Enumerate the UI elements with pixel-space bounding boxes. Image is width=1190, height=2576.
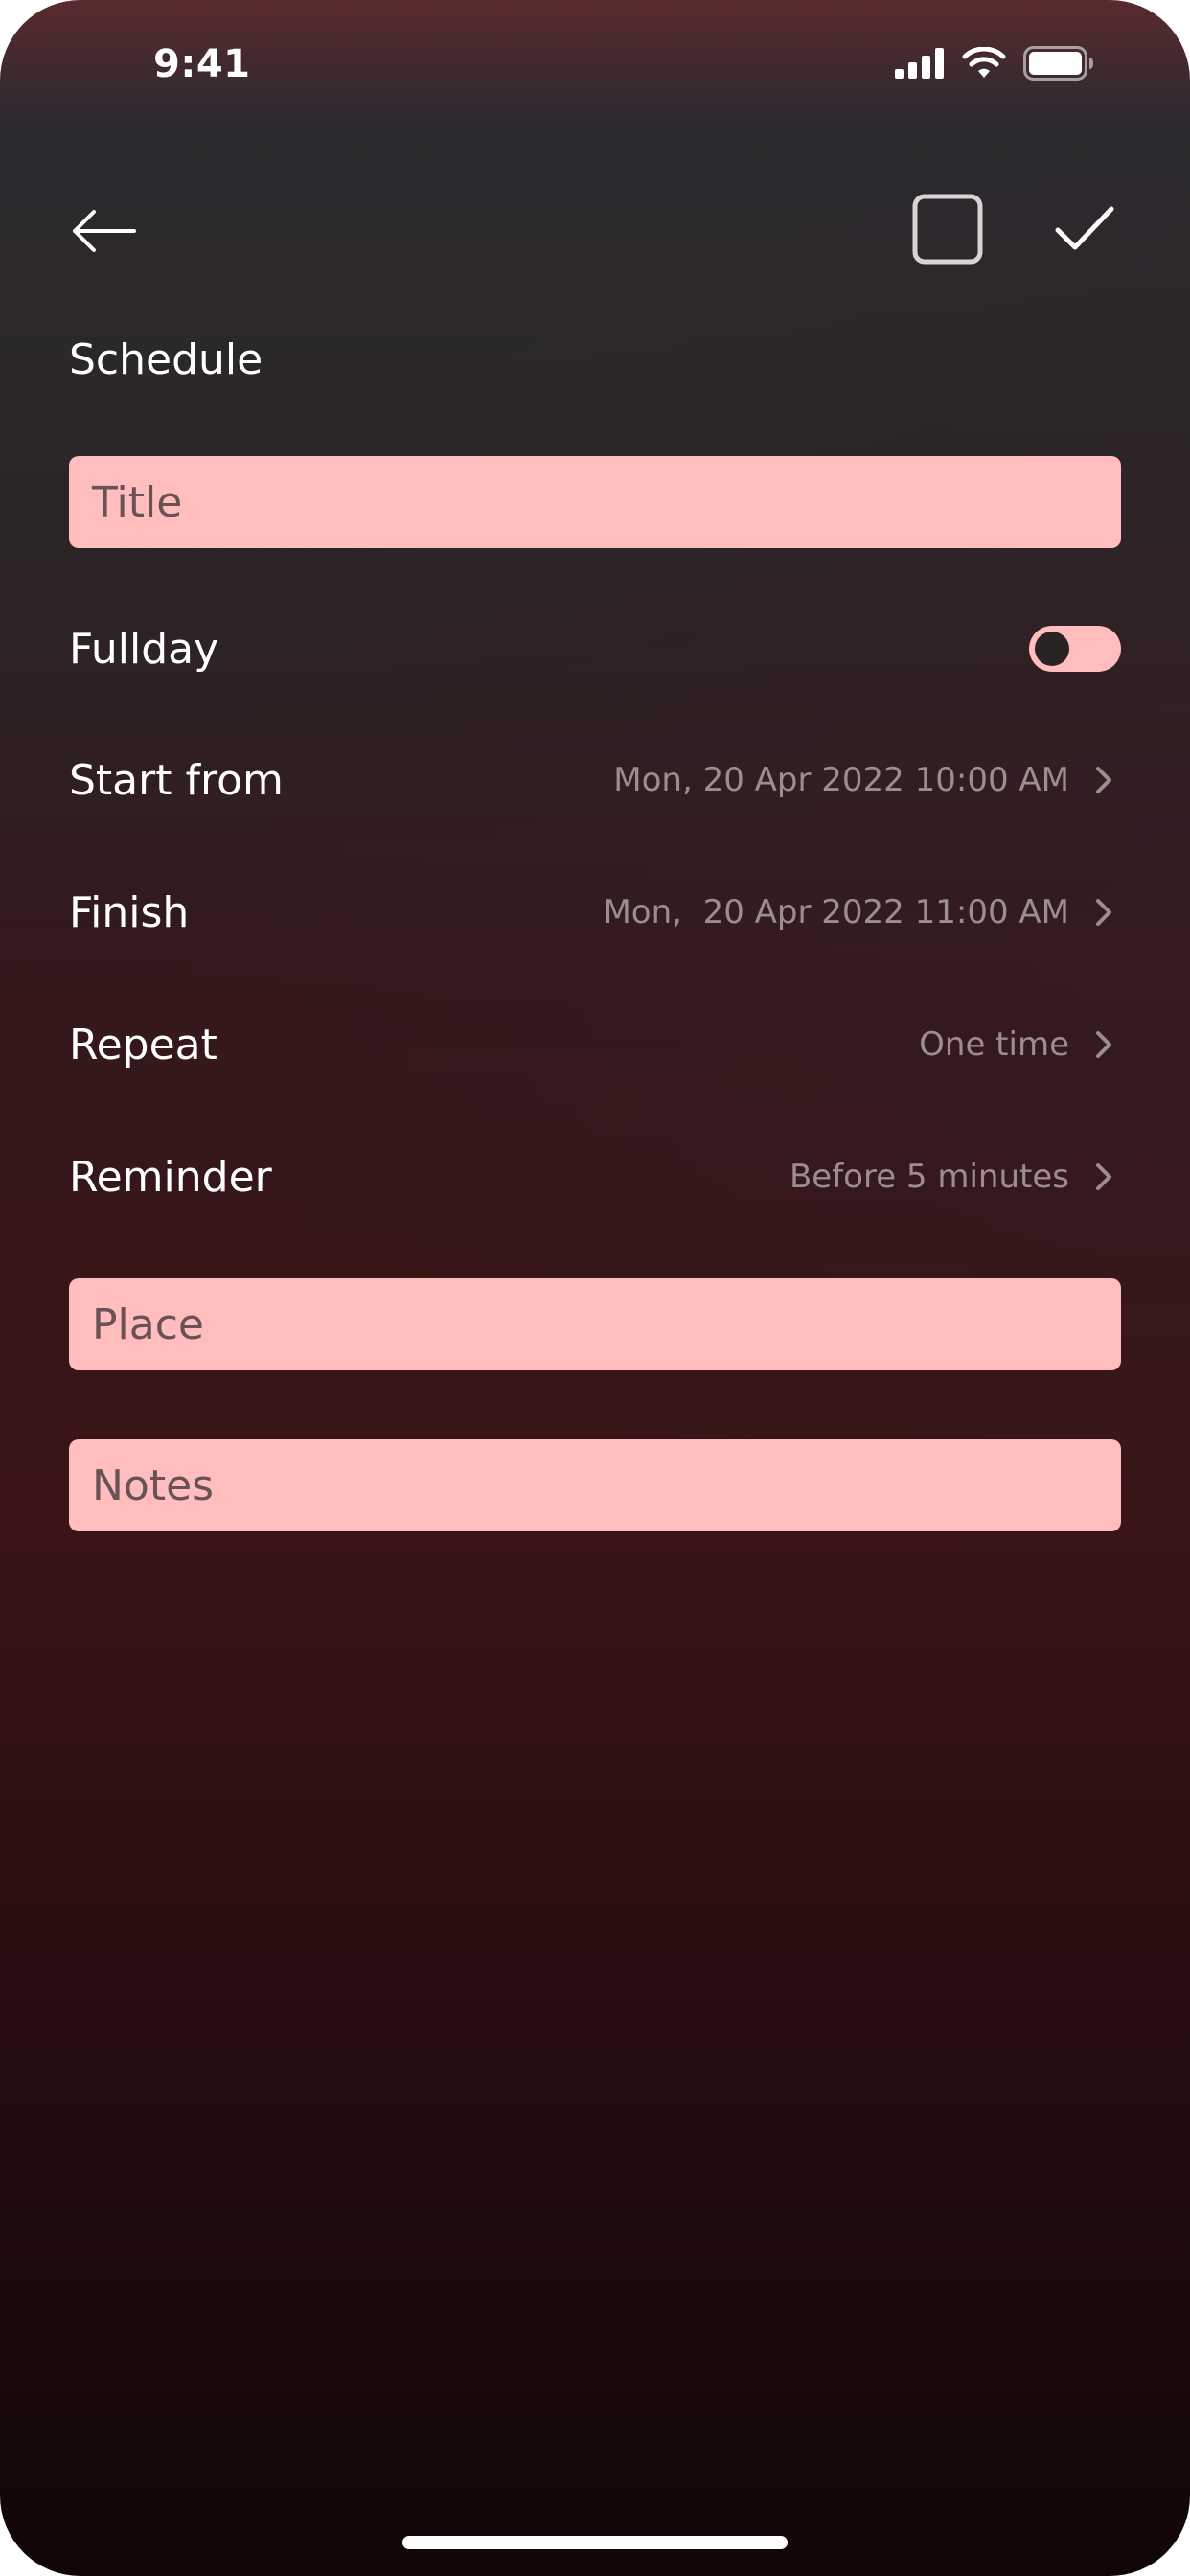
battery-icon [1023, 46, 1093, 80]
start-from-value: Mon, 20 Apr 2022 10:00 AM [613, 761, 1069, 799]
page-title: Schedule [69, 335, 263, 384]
repeat-label: Repeat [69, 1020, 217, 1070]
square-outline-icon [912, 194, 983, 264]
start-from-row[interactable]: Start from Mon, 20 Apr 2022 10:00 AM [69, 742, 1121, 818]
finish-value-group: Mon, 20 Apr 2022 11:00 AM [603, 893, 1121, 932]
start-from-label: Start from [69, 755, 284, 805]
fullday-label: Fullday [69, 624, 219, 674]
status-time: 9:41 [153, 42, 251, 86]
status-icons [895, 46, 1094, 80]
reminder-value-group: Before 5 minutes [790, 1158, 1121, 1196]
reminder-value: Before 5 minutes [789, 1158, 1069, 1196]
toggle-knob [1035, 632, 1069, 666]
phone-screen: 9:41 Schedule Title Fullday Start from M… [0, 0, 1190, 2576]
chevron-right-icon [1087, 1027, 1121, 1062]
title-input[interactable]: Title [69, 456, 1121, 548]
start-from-value-group: Mon, 20 Apr 2022 10:00 AM [613, 761, 1121, 799]
wifi-icon [962, 47, 1006, 78]
place-placeholder: Place [92, 1300, 204, 1349]
notes-placeholder: Notes [92, 1460, 215, 1510]
reminder-label: Reminder [69, 1152, 272, 1202]
status-bar: 9:41 [0, 0, 1190, 134]
fullday-row: Fullday [69, 610, 1121, 687]
chevron-right-icon [1087, 895, 1121, 930]
chevron-right-icon [1087, 1160, 1121, 1194]
repeat-value-group: One time [919, 1025, 1121, 1064]
repeat-row[interactable]: Repeat One time [69, 1006, 1121, 1083]
checkmark-icon [1055, 206, 1114, 250]
home-indicator[interactable] [402, 2536, 788, 2549]
finish-row[interactable]: Finish Mon, 20 Apr 2022 11:00 AM [69, 874, 1121, 951]
back-button[interactable] [67, 196, 140, 265]
finish-label: Finish [69, 887, 190, 937]
arrow-left-icon [73, 210, 136, 252]
title-placeholder: Title [92, 477, 183, 527]
confirm-button[interactable] [1054, 199, 1115, 261]
reminder-row[interactable]: Reminder Before 5 minutes [69, 1138, 1121, 1215]
place-input[interactable]: Place [69, 1278, 1121, 1370]
square-button[interactable] [912, 194, 983, 264]
fullday-toggle[interactable] [1029, 626, 1121, 672]
notes-input[interactable]: Notes [69, 1439, 1121, 1531]
repeat-value: One time [919, 1025, 1069, 1064]
finish-value: Mon, 20 Apr 2022 11:00 AM [603, 893, 1069, 932]
cellular-signal-icon [895, 48, 944, 79]
chevron-right-icon [1087, 763, 1121, 797]
